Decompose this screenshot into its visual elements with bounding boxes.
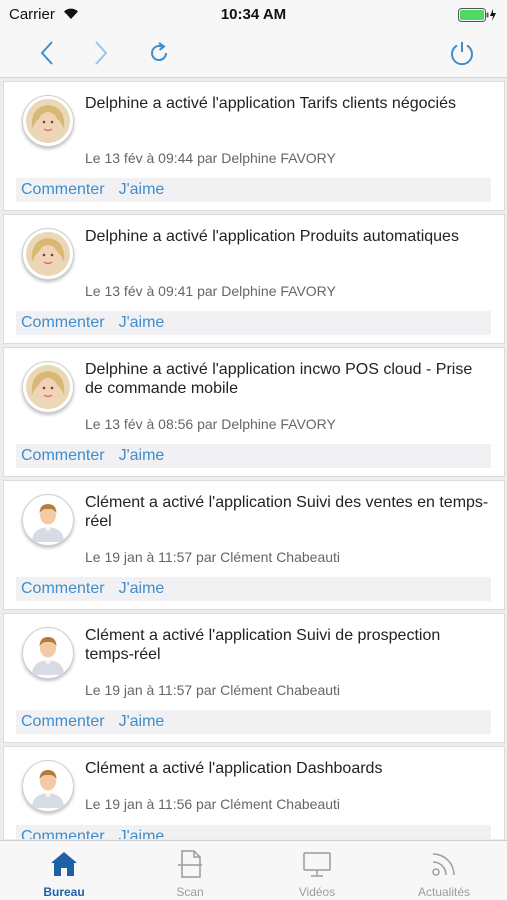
like-link[interactable]: J'aime (119, 181, 165, 199)
like-link[interactable]: J'aime (119, 447, 165, 465)
man-avatar-icon (22, 494, 74, 546)
feed-item: Delphine a activé l'application incwo PO… (3, 347, 505, 477)
activity-feed: Delphine a activé l'application Tarifs c… (0, 79, 507, 839)
feed-item-meta: Le 19 jan à 11:57 par Clément Chabeauti (85, 682, 341, 698)
chevron-left-icon (40, 41, 53, 65)
tab-actualites[interactable]: Actualités (381, 841, 507, 900)
like-link[interactable]: J'aime (119, 713, 165, 731)
feed-item-meta: Le 13 fév à 09:44 par Delphine FAVORY (85, 150, 336, 166)
status-bar: Carrier 10:34 AM (0, 0, 507, 30)
power-icon (451, 42, 473, 66)
like-link[interactable]: J'aime (119, 828, 165, 839)
comment-link[interactable]: Commenter (21, 828, 105, 839)
comment-link[interactable]: Commenter (21, 580, 105, 598)
man-avatar-icon (22, 760, 74, 812)
comment-link[interactable]: Commenter (21, 314, 105, 332)
tab-label: Vidéos (298, 885, 336, 899)
feed-item-title: Delphine a activé l'application Produits… (85, 228, 459, 245)
feed-item-actions: Commenter J'aime (16, 311, 491, 335)
feed-item-actions: Commenter J'aime (16, 825, 491, 839)
comment-link[interactable]: Commenter (21, 181, 105, 199)
feed-item-title: Clément a activé l'application Dashboard… (85, 760, 383, 777)
feed-item-title: Clément a activé l'application Suivi de … (85, 627, 441, 663)
tab-bar: Bureau Scan Vidéos Actualités (0, 840, 507, 900)
monitor-icon (303, 852, 331, 877)
battery-icon (458, 8, 498, 22)
forward-button[interactable] (86, 38, 116, 68)
man-avatar-icon (22, 627, 74, 679)
navigation-toolbar (0, 30, 507, 78)
feed-item-title: Delphine a activé l'application incwo PO… (85, 361, 473, 397)
power-button[interactable] (447, 38, 477, 68)
comment-link[interactable]: Commenter (21, 713, 105, 731)
woman-avatar-icon (22, 361, 74, 413)
feed-item-actions: Commenter J'aime (16, 577, 491, 601)
house-icon (51, 852, 77, 876)
tab-scan[interactable]: Scan (127, 841, 253, 900)
tab-label: Bureau (43, 885, 85, 899)
chevron-right-icon (95, 41, 108, 65)
tab-label: Actualités (417, 885, 471, 899)
tab-bureau[interactable]: Bureau (1, 841, 127, 900)
refresh-icon (151, 42, 168, 62)
woman-avatar-icon (22, 228, 74, 280)
tab-videos[interactable]: Vidéos (254, 841, 380, 900)
feed-item: Clément a activé l'application Suivi des… (3, 480, 505, 610)
feed-item-title: Clément a activé l'application Suivi des… (85, 494, 489, 530)
feed-item-actions: Commenter J'aime (16, 710, 491, 734)
feed-item-meta: Le 13 fév à 09:41 par Delphine FAVORY (85, 283, 336, 299)
tab-label: Scan (176, 885, 204, 899)
like-link[interactable]: J'aime (119, 314, 165, 332)
feed-item: Clément a activé l'application Suivi de … (3, 613, 505, 743)
refresh-button[interactable] (144, 38, 174, 68)
comment-link[interactable]: Commenter (21, 447, 105, 465)
like-link[interactable]: J'aime (119, 580, 165, 598)
feed-item: Delphine a activé l'application Tarifs c… (3, 81, 505, 211)
feed-item-actions: Commenter J'aime (16, 444, 491, 468)
feed-item-meta: Le 13 fév à 08:56 par Delphine FAVORY (85, 416, 336, 432)
feed-item-meta: Le 19 jan à 11:56 par Clément Chabeauti (85, 796, 341, 812)
feed-item-actions: Commenter J'aime (16, 178, 491, 202)
scan-document-icon (178, 850, 202, 878)
feed-item: Clément a activé l'application Dashboard… (3, 746, 505, 839)
rss-feed-icon (432, 853, 455, 876)
feed-item: Delphine a activé l'application Produits… (3, 214, 505, 344)
back-button[interactable] (32, 38, 62, 68)
feed-item-title: Delphine a activé l'application Tarifs c… (85, 95, 456, 112)
feed-item-meta: Le 19 jan à 11:57 par Clément Chabeauti (85, 549, 341, 565)
woman-avatar-icon (22, 95, 74, 147)
clock-label: 10:34 AM (220, 6, 287, 23)
